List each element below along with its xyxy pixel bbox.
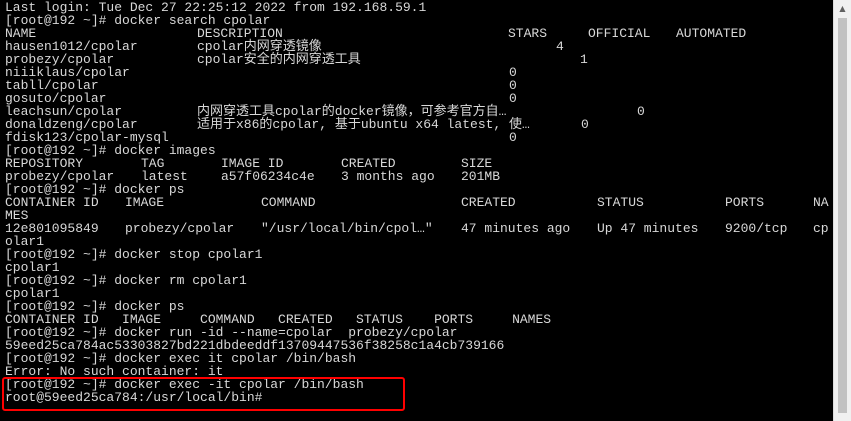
star-count: 0 [581,117,589,132]
column-header: AUTOMATED [676,26,747,41]
table-row: 12e801095849 probezy/cpolar "/usr/local/… [5,222,833,235]
column-header: PORTS [725,195,765,210]
table-cell: 3 months ago [341,169,435,184]
star-count: 1 [580,52,588,67]
column-header: OFFICIAL [588,26,651,41]
column-header: STARS [508,26,548,41]
table-cell: 201MB [461,169,501,184]
table-cell: cp [813,221,829,236]
terminal-window[interactable]: Last login: Tue Dec 27 22:25:12 2022 fro… [0,0,833,421]
star-count: 0 [509,130,517,145]
repo-description: 适用于x86的cpolar, 基于ubuntu x64 latest, 使… [197,117,530,132]
table-row: niiiklaus/cpolar 0 [5,66,825,79]
column-header: CREATED [461,195,516,210]
ps-table-header: CONTAINER ID IMAGE COMMAND CREATED STATU… [5,196,833,209]
scrollbar-thumb[interactable] [838,18,847,413]
table-row: tabll/cpolar 0 [5,79,825,92]
repo-description: cpolar安全的内网穿透工具 [197,52,361,67]
column-header: COMMAND [261,195,316,210]
scroll-up-arrow-icon[interactable]: ▲ [836,2,849,15]
highlight-annotation-box [2,377,405,411]
table-row: hausen1012/cpolar cpolar内网穿透镜像 4 [5,40,825,53]
vertical-scrollbar[interactable]: ▲ [833,0,851,421]
column-header: NA [813,195,829,210]
table-cell: probezy/cpolar [125,221,235,236]
star-count: 0 [637,104,645,119]
column-header: STATUS [597,195,644,210]
table-cell: 9200/tcp [725,221,788,236]
column-header: IMAGE [125,195,165,210]
table-cell: a57f06234c4e [221,169,315,184]
table-cell: "/usr/local/bin/cpol…" [261,221,433,236]
table-cell: Up 47 minutes [597,221,699,236]
star-count: 4 [556,39,564,54]
star-count: 0 [509,91,517,106]
table-cell: 47 minutes ago [461,221,571,236]
